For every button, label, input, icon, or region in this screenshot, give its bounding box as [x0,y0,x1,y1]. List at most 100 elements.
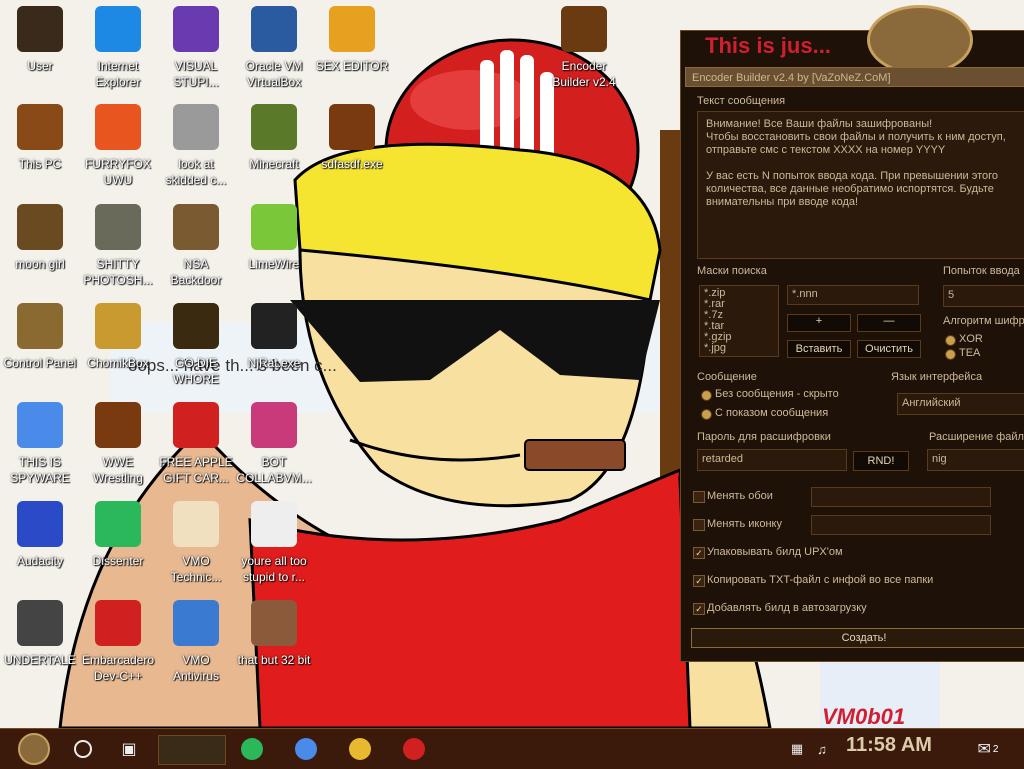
algorithm-xor-radio[interactable] [945,335,956,346]
option-checkbox[interactable] [693,519,705,531]
encoder-builder-window[interactable]: This is jus... Encoder Builder v2.4 by [… [680,5,1024,662]
option-checkbox[interactable]: ✓ [693,603,705,615]
masks-list[interactable]: *.zip *.rar *.7z *.tar *.gzip *.jpg [699,285,779,357]
desktop-icon[interactable]: Dissenter [78,495,158,591]
desktop-icon[interactable]: NjRat.exe [234,297,314,393]
password-label: Пароль для расшифровки [697,431,831,443]
desktop-icon[interactable]: User [0,0,80,96]
interface-language-select[interactable]: Английский [897,393,1024,415]
chomikbox-icon [95,303,141,349]
notification-center-button[interactable]: ✉ 2 [968,735,1008,763]
steampunk-folder-icon [173,204,219,250]
steampunk-start-icon [18,733,50,765]
option-checkbox[interactable] [693,491,705,503]
pinned-app-button[interactable] [232,735,272,763]
password-input[interactable]: retarded [697,449,847,471]
mode-show-radio[interactable] [701,409,712,420]
pinned-app-button[interactable] [394,735,434,763]
network-icon: ▦ [790,741,804,756]
remove-mask-button[interactable]: — [857,314,921,332]
notification-icon: ✉ [977,741,991,758]
mode-hidden-radio[interactable] [701,390,712,401]
desktop-icon[interactable]: Internet Explorer [78,0,158,96]
option-path-input[interactable] [811,515,991,535]
desktop-icon-label: User [27,59,53,73]
desktop-icon[interactable]: look at skidded c... [156,98,236,194]
desktop-icon[interactable]: youre all too stupid to r... [234,495,314,591]
option-checkbox[interactable]: ✓ [693,575,705,587]
desktop-icon[interactable]: This PC [0,98,80,194]
desktop-icon[interactable]: UNDERTALE [0,594,80,690]
edge-browser-icon [95,6,141,52]
desktop-icon[interactable]: LimeWire [234,198,314,294]
desktop-icon[interactable]: sdfasdf.exe [312,98,392,194]
desktop-icon[interactable]: moon girl [0,198,80,294]
desktop-icon[interactable]: Control Panel [0,297,80,393]
attempts-spinbox[interactable]: 5 [943,285,1024,307]
tray-network-button[interactable]: ▦ [786,735,808,763]
option-checkbox-label: Добавлять билд в автозагрузку [707,602,867,614]
desktop-icon[interactable]: GO DIE WHORE [156,297,236,393]
desktop-icon[interactable]: NSA Backdoor [156,198,236,294]
pinned-app-button[interactable] [340,735,380,763]
desktop-icon[interactable]: FREE APPLE GIFT CAR... [156,396,236,492]
clear-button[interactable]: Очистить [857,340,921,358]
desktop-icon[interactable]: VISUAL STUPI... [156,0,236,96]
virtualbox-icon [251,6,297,52]
option-path-input[interactable] [811,487,991,507]
message-textarea[interactable]: Внимание! Все Ваши файлы зашифрованы! Чт… [697,111,1024,259]
search-masks-label: Маски поиска [697,265,767,277]
taskbar-clock[interactable]: 11:58 AM [846,734,932,757]
pinned-app-button[interactable] [286,735,326,763]
chrome-icon [17,402,63,448]
tray-volume-button[interactable]: ♫ [810,735,834,763]
task-view-button[interactable]: ▣ [112,735,146,763]
desktop-icon-label: UNDERTALE [4,653,76,667]
desktop-icon-label: VMO Antivirus [172,653,219,683]
desktop-icon[interactable]: FURRYFOX UWU [78,98,158,194]
taskbar-search-field[interactable] [158,735,226,765]
algorithm-tea-radio[interactable] [945,349,956,360]
file-extension-input[interactable]: nig [927,449,1024,471]
desktop-icon-label: sdfasdf.exe [321,157,383,171]
desktop-icon-label: moon girl [15,257,65,271]
option-checkbox[interactable]: ✓ [693,547,705,559]
wooden-barrel-icon [17,204,63,250]
start-button[interactable] [6,733,62,765]
desktop-icon[interactable]: Minecraft [234,98,314,194]
desktop-icon-label: Minecraft [249,157,299,171]
desktop-icon[interactable]: SEX EDITOR [312,0,392,96]
desktop-icon-label: GO DIE WHORE [173,356,219,386]
create-build-button[interactable]: Создать! [691,628,1024,648]
desktop-icon-label: FURRYFOX UWU [85,157,151,187]
desktop-icon[interactable]: WWE Wrestling [78,396,158,492]
desktop-icon[interactable]: ChomikBox [78,297,158,393]
desktop-icon[interactable]: VMO Antivirus [156,594,236,690]
message-mode-label: Сообщение [697,371,757,383]
search-button[interactable] [66,735,100,763]
desktop-icon[interactable]: Oracle VM VirtualBox [234,0,314,96]
mask-input[interactable]: *.nnn [787,285,919,305]
option-checkbox-label: Копировать TXT-файл с инфой во все папки [707,574,934,586]
desktop-icon[interactable]: Embarcadero Dev-C++ [78,594,158,690]
chrome-icon [295,738,317,760]
add-mask-button[interactable]: + [787,314,851,332]
steampunk-monitor-icon [95,402,141,448]
desktop-icon-label: youre all too stupid to r... [241,554,307,584]
rnd-button[interactable]: RND! [853,451,909,471]
notification-count: 2 [992,743,999,755]
desktop-icon[interactable]: that but 32 bit [234,594,314,690]
desktop-icon[interactable]: SHITTY PHOTOSH... [78,198,158,294]
window-titlebar[interactable]: Encoder Builder v2.4 by [VaZoNeZ.CoM] [685,67,1024,87]
paste-button[interactable]: Вставить [787,340,851,358]
desktop-icon[interactable]: VMO Technic... [156,495,236,591]
desktop-icon[interactable]: Audacity [0,495,80,591]
desktop-icon-label: SEX EDITOR [315,59,389,73]
desktop-icon-label: VISUAL STUPI... [173,59,219,89]
desktop-icon[interactable]: THIS IS SPYWARE [0,396,80,492]
mask-list-item[interactable]: *.jpg [704,343,774,354]
desktop-icon-label: NjRat.exe [247,356,301,370]
desktop-icon[interactable]: Encoder Builder v2.4 [544,0,624,96]
desktop-icon[interactable]: BOT COLLABVM... [234,396,314,492]
mode-hidden-label: Без сообщения - скрыто [715,388,839,400]
